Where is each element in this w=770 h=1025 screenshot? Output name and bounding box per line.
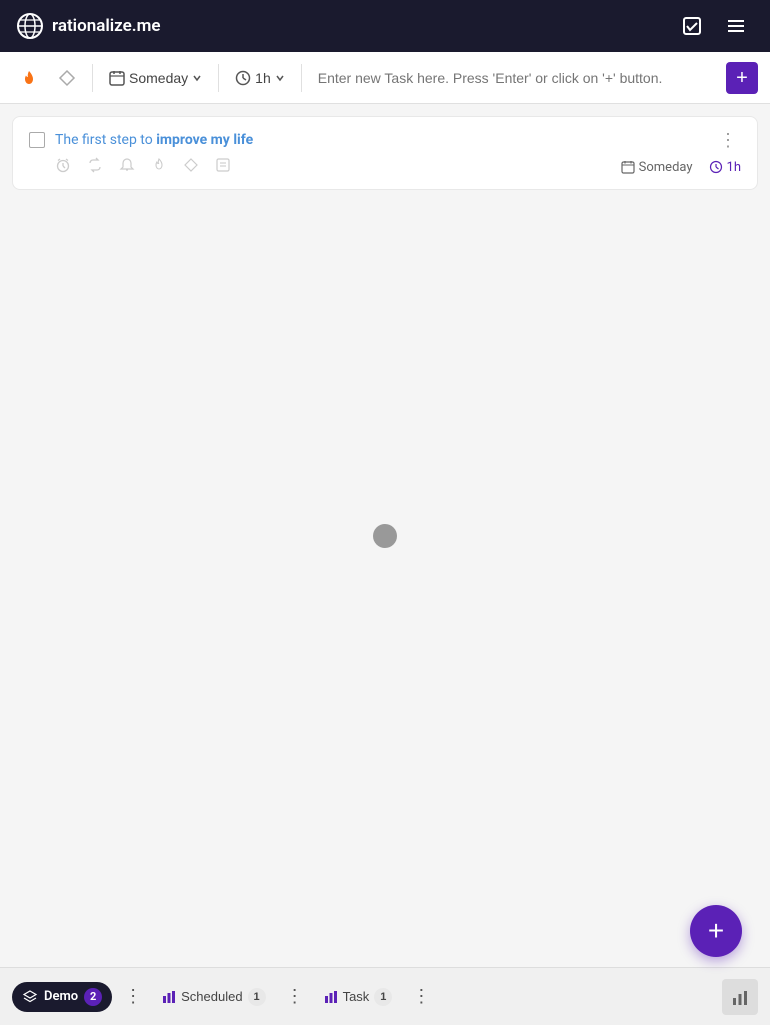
- task-schedule-tag: Someday: [621, 160, 693, 175]
- workspace-more-button[interactable]: ⋮: [120, 982, 146, 1011]
- add-task-button[interactable]: +: [726, 62, 758, 94]
- bottom-bar: Demo 2 ⋮ Scheduled 1 ⋮ Task 1 ⋮: [0, 967, 770, 1025]
- menu-icon: [726, 16, 746, 36]
- task-more-button[interactable]: ⋮: [408, 982, 434, 1011]
- loading-indicator: [373, 524, 397, 548]
- fire-button[interactable]: [12, 63, 46, 93]
- task-list-button[interactable]: Task 1: [316, 982, 401, 1012]
- scheduled-list-button[interactable]: Scheduled 1: [154, 982, 273, 1012]
- divider-3: [301, 64, 302, 92]
- checkbox-button[interactable]: [674, 8, 710, 44]
- task-list: The first step to improve my life ⋮: [12, 116, 758, 190]
- divider-1: [92, 64, 93, 92]
- calendar-tag-icon: [621, 160, 635, 174]
- schedule-label: Someday: [129, 70, 188, 86]
- bar-chart-scheduled-icon: [162, 990, 176, 1004]
- chevron-down-icon-2: [275, 73, 285, 83]
- task-header-left: The first step to improve my life: [29, 132, 253, 148]
- new-task-input[interactable]: [310, 70, 722, 86]
- workspace-name: Demo: [44, 989, 78, 1004]
- task-title[interactable]: The first step to improve my life: [55, 132, 253, 148]
- bell-icon[interactable]: [119, 157, 135, 177]
- bar-chart-task-icon: [324, 990, 338, 1004]
- notes-icon[interactable]: [215, 157, 231, 177]
- globe-icon: [16, 12, 44, 40]
- navbar: rationalize.me: [0, 0, 770, 52]
- toolbar: Someday 1h +: [0, 52, 770, 104]
- main-content: The first step to improve my life ⋮: [0, 104, 770, 967]
- alarm-icon[interactable]: [55, 157, 71, 177]
- clock-tag-icon: [709, 160, 723, 174]
- menu-button[interactable]: [718, 8, 754, 44]
- diamond-button[interactable]: [50, 63, 84, 93]
- task-checkbox[interactable]: [29, 132, 45, 148]
- scheduled-label: Scheduled: [181, 989, 242, 1004]
- time-label: 1h: [255, 70, 271, 86]
- fire-meta-icon[interactable]: [151, 157, 167, 177]
- task-header: The first step to improve my life ⋮: [29, 129, 741, 151]
- checkbox-icon: [682, 16, 702, 36]
- calendar-icon: [109, 70, 125, 86]
- clock-icon: [235, 70, 251, 86]
- task-label: Task: [343, 989, 370, 1004]
- schedule-button[interactable]: Someday: [101, 64, 210, 92]
- task-item: The first step to improve my life ⋮: [13, 117, 757, 189]
- repeat-icon[interactable]: [87, 157, 103, 177]
- scheduled-badge: 1: [248, 988, 266, 1006]
- diamond-meta-icon[interactable]: [183, 157, 199, 177]
- workspace-chip[interactable]: Demo 2: [12, 982, 112, 1012]
- fab-add-button[interactable]: +: [690, 905, 742, 957]
- layers-icon: [22, 989, 38, 1005]
- bar-chart-icon: [731, 988, 749, 1006]
- app-title: rationalize.me: [52, 16, 161, 36]
- workspace-badge: 2: [84, 988, 102, 1006]
- task-meta: Someday 1h: [29, 151, 741, 181]
- task-badge: 1: [374, 988, 392, 1006]
- scheduled-more-button[interactable]: ⋮: [282, 982, 308, 1011]
- task-schedule-value: Someday: [639, 160, 693, 175]
- time-button[interactable]: 1h: [227, 64, 293, 92]
- navbar-actions: [674, 8, 754, 44]
- task-time-value: 1h: [727, 160, 741, 175]
- task-time-tag: 1h: [709, 160, 741, 175]
- chevron-down-icon: [192, 73, 202, 83]
- brand: rationalize.me: [16, 12, 161, 40]
- task-more-button[interactable]: ⋮: [715, 129, 741, 151]
- stats-button[interactable]: [722, 979, 758, 1015]
- divider-2: [218, 64, 219, 92]
- fire-icon: [20, 69, 38, 87]
- diamond-icon: [58, 69, 76, 87]
